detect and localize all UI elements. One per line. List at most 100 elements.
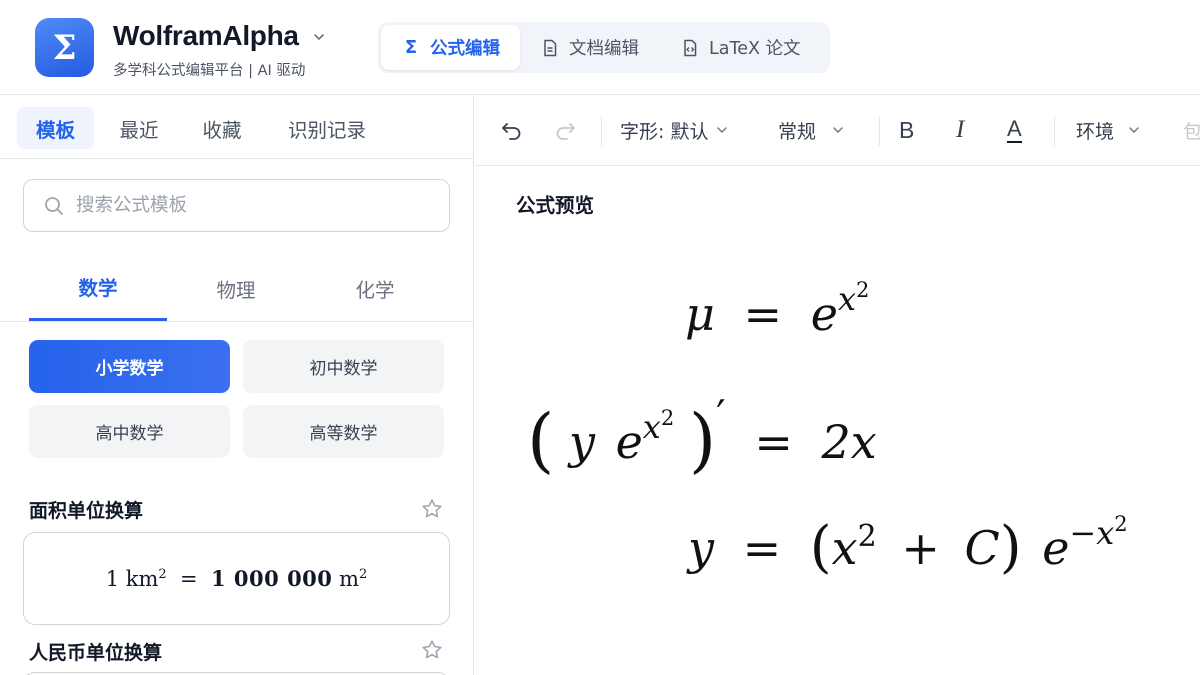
eq-symbol: μ bbox=[685, 287, 715, 341]
undo-button[interactable] bbox=[499, 113, 525, 147]
toolbar-divider bbox=[601, 116, 602, 146]
toolbar-overflow-item[interactable]: 包 bbox=[1183, 113, 1200, 147]
subject-tab-physics[interactable]: 物理 bbox=[167, 255, 305, 321]
code-file-icon bbox=[684, 39, 697, 56]
formula-equals: = bbox=[180, 566, 198, 591]
chevron-down-icon[interactable] bbox=[312, 30, 326, 44]
environment-select-label: 环境 bbox=[1076, 120, 1115, 143]
grade-primary-math[interactable]: 小学数学 bbox=[29, 340, 230, 393]
grade-junior-math[interactable]: 初中数学 bbox=[243, 340, 444, 393]
star-icon[interactable] bbox=[420, 497, 444, 521]
font-select-label: 字形: 默认 bbox=[620, 120, 709, 143]
formula-unit: m bbox=[339, 566, 360, 591]
eq-exponent: x bbox=[837, 280, 856, 318]
redo-icon bbox=[556, 123, 575, 140]
subject-tab-chemistry[interactable]: 化学 bbox=[306, 255, 444, 321]
subject-tabs: 数学 物理 化学 bbox=[0, 255, 474, 322]
tab-document-edit[interactable]: 文档编辑 bbox=[520, 25, 660, 70]
eq-equals: = bbox=[742, 521, 782, 575]
style-select-label: 常规 bbox=[778, 120, 817, 143]
equation-3: y = (x2 + C) e−x2 bbox=[688, 512, 1128, 580]
eq-variable: x bbox=[831, 521, 858, 575]
eq-paren-open: ( bbox=[527, 399, 555, 481]
app-logo[interactable]: Σ bbox=[35, 18, 94, 77]
chevron-down-icon bbox=[717, 127, 728, 133]
eq-rhs: 2x bbox=[821, 415, 877, 469]
environment-select[interactable]: 环境 bbox=[1076, 113, 1140, 147]
sidebar-tabs: 模板 最近 收藏 识别记录 bbox=[0, 95, 474, 159]
sidebar-tab-favorites[interactable]: 收藏 bbox=[187, 107, 257, 149]
eq-base: e bbox=[615, 415, 643, 469]
toolbar-divider bbox=[879, 116, 880, 146]
style-select[interactable]: 常规 bbox=[778, 113, 844, 147]
eq-paren-open: ( bbox=[809, 515, 832, 580]
preview-label: 公式预览 bbox=[516, 194, 595, 217]
formula-number: 1 000 000 bbox=[211, 566, 333, 591]
eq-paren-close: ) bbox=[999, 515, 1022, 580]
eq-paren-close: ) bbox=[688, 399, 717, 481]
tab-formula-edit-label: 公式编辑 bbox=[430, 39, 500, 59]
italic-icon: I bbox=[956, 116, 965, 143]
text-color-icon: A bbox=[1007, 116, 1022, 143]
eq-sub-exponent: 2 bbox=[855, 278, 870, 302]
formula-exponent: 2 bbox=[158, 567, 167, 582]
eq-symbol: y bbox=[688, 521, 714, 575]
tab-formula-edit[interactable]: Σ 公式编辑 bbox=[381, 25, 520, 70]
bold-icon: B bbox=[899, 116, 915, 143]
editor-main: 字形: 默认 常规 B I A 环境 包 公式预览 μ = ex2 (y ex… bbox=[475, 95, 1200, 675]
eq-equals: = bbox=[754, 415, 793, 469]
editor-toolbar: 字形: 默认 常规 B I A 环境 包 bbox=[475, 95, 1200, 166]
search-input[interactable] bbox=[76, 180, 436, 231]
eq-prime: ′ bbox=[716, 391, 726, 440]
toolbar-overflow-label: 包 bbox=[1183, 120, 1200, 143]
mode-switcher: Σ 公式编辑 文档编辑 LaTeX 论文 bbox=[378, 22, 830, 73]
text-color-button[interactable]: A bbox=[1007, 113, 1022, 147]
brand-name[interactable]: WolframAlpha bbox=[113, 20, 299, 52]
chevron-down-icon bbox=[1129, 127, 1139, 133]
tab-latex-paper[interactable]: LaTeX 论文 bbox=[660, 25, 826, 70]
bold-button[interactable]: B bbox=[899, 113, 914, 147]
eq-base: e bbox=[1042, 521, 1070, 575]
tab-document-edit-label: 文档编辑 bbox=[569, 39, 639, 59]
app-header: Σ WolframAlpha 多学科公式编辑平台 | AI 驱动 Σ 公式编辑 … bbox=[0, 0, 1200, 95]
document-icon bbox=[544, 39, 557, 56]
chevron-down-icon bbox=[833, 127, 843, 133]
formula-card-area-conversion[interactable]: 1 km 2 = 1 000 000 m2 bbox=[23, 532, 450, 625]
formula-unit: km bbox=[125, 566, 159, 591]
undo-icon bbox=[502, 123, 521, 140]
equation-2: ( y ex2 )′ = 2x bbox=[527, 391, 877, 481]
eq-base: e bbox=[810, 287, 838, 341]
template-sidebar: 模板 最近 收藏 识别记录 数学 物理 化学 小学数学 初中数学 高中数学 高等… bbox=[0, 95, 474, 675]
formula-exponent: 2 bbox=[359, 567, 368, 582]
grade-advanced-math[interactable]: 高等数学 bbox=[243, 405, 444, 458]
italic-button[interactable]: I bbox=[956, 113, 964, 147]
sigma-icon: Σ bbox=[404, 37, 418, 58]
eq-exponent: 2 bbox=[857, 519, 877, 554]
star-icon[interactable] bbox=[420, 638, 444, 662]
eq-exponent: x bbox=[642, 408, 661, 446]
sidebar-tab-templates[interactable]: 模板 bbox=[17, 107, 94, 149]
eq-sub-exponent: 2 bbox=[1114, 512, 1128, 536]
eq-plus: + bbox=[901, 521, 940, 575]
eq-sub-exponent: 2 bbox=[660, 406, 675, 430]
brand-subtitle: 多学科公式编辑平台 | AI 驱动 bbox=[113, 63, 306, 79]
grade-senior-math[interactable]: 高中数学 bbox=[29, 405, 230, 458]
formula-number: 1 bbox=[105, 566, 120, 591]
equation-1: μ = ex2 bbox=[685, 278, 869, 341]
font-select[interactable]: 字形: 默认 bbox=[620, 113, 728, 147]
toolbar-divider bbox=[1054, 116, 1055, 146]
tab-latex-paper-label: LaTeX 论文 bbox=[709, 39, 801, 59]
template-search bbox=[23, 179, 450, 232]
search-icon bbox=[45, 197, 63, 215]
card-title-area-conversion: 面积单位换算 bbox=[29, 500, 144, 522]
eq-variable: y bbox=[568, 415, 595, 469]
card-title-rmb-conversion: 人民币单位换算 bbox=[29, 642, 163, 664]
eq-equals: = bbox=[743, 287, 783, 341]
eq-constant: C bbox=[964, 521, 1000, 575]
subject-tab-math[interactable]: 数学 bbox=[29, 255, 167, 321]
eq-exponent: −x bbox=[1069, 514, 1115, 552]
sidebar-tab-recent[interactable]: 最近 bbox=[104, 107, 174, 149]
sidebar-tab-recognition-history[interactable]: 识别记录 bbox=[274, 107, 380, 149]
redo-button[interactable] bbox=[552, 113, 578, 147]
sigma-logo-icon: Σ bbox=[52, 27, 77, 68]
